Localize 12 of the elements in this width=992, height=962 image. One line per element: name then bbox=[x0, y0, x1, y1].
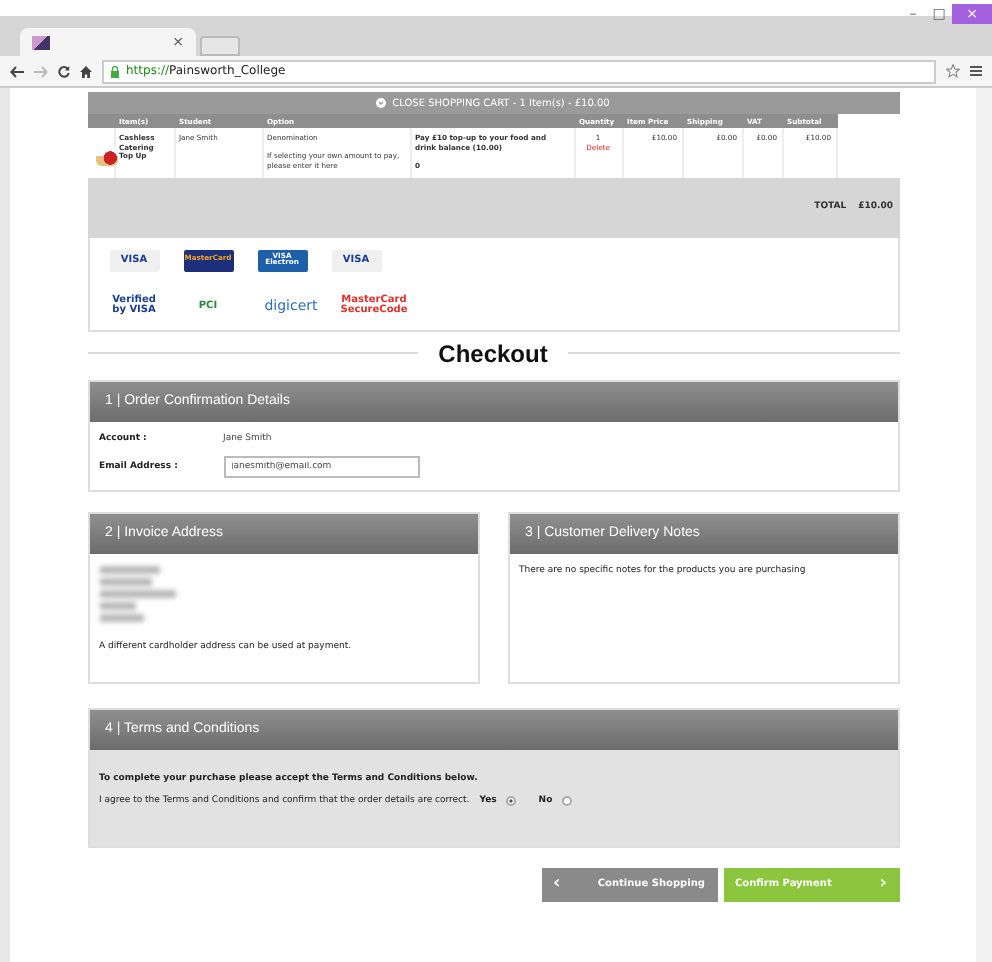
radio-button[interactable] bbox=[506, 795, 517, 806]
product-photo-placeholder bbox=[95, 146, 117, 166]
page-heading: Checkout bbox=[438, 339, 548, 368]
lock-icon bbox=[110, 65, 120, 77]
back-icon[interactable] bbox=[10, 65, 24, 77]
favicon-icon bbox=[32, 35, 50, 49]
chevron-circle-icon bbox=[376, 98, 387, 108]
reload-icon[interactable] bbox=[58, 65, 70, 77]
menu-icon[interactable] bbox=[970, 66, 982, 76]
star-icon[interactable] bbox=[946, 64, 960, 78]
radio-button[interactable] bbox=[562, 795, 573, 806]
home-icon[interactable] bbox=[80, 65, 92, 77]
